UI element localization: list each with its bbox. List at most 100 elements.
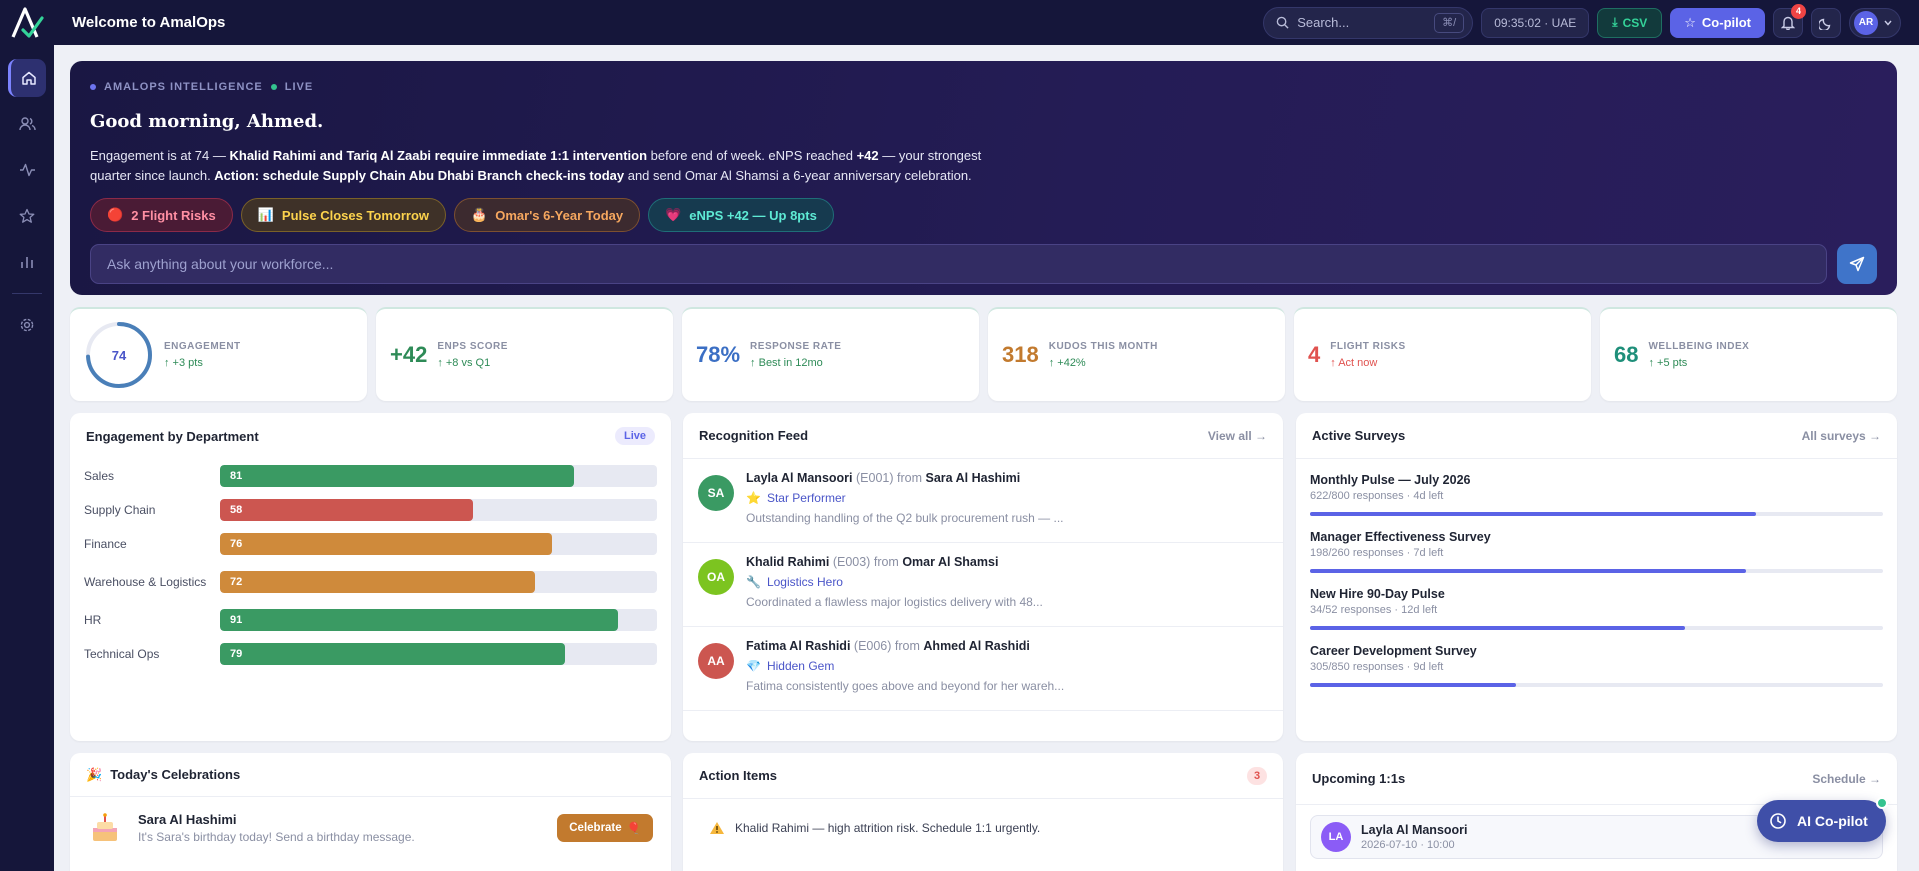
- notifications-button[interactable]: 4: [1773, 3, 1806, 38]
- panel-header: Recognition Feed View all →: [683, 413, 1283, 459]
- chip-flight-risks[interactable]: 🔴 2 Flight Risks: [90, 198, 233, 232]
- survey-list: Monthly Pulse — July 2026 622/800 respons…: [1296, 473, 1897, 687]
- live-label: LIVE: [284, 81, 314, 93]
- recipient-name: Layla Al Mansoori: [746, 471, 853, 485]
- user-menu[interactable]: AR: [1849, 7, 1901, 38]
- survey-meta: 34/52 responses · 12d left: [1310, 604, 1438, 616]
- recipient-name: Fatima Al Rashidi: [746, 639, 851, 653]
- recognition-item[interactable]: OA Khalid Rahimi (E003) from Omar Al Sham…: [683, 543, 1283, 627]
- survey-name: Manager Effectiveness Survey: [1310, 530, 1491, 544]
- sidebar-item-people[interactable]: [8, 105, 46, 143]
- party-icon: 🎉: [86, 766, 103, 782]
- kpi-label: RESPONSE RATE: [750, 341, 842, 352]
- recognition-header: Khalid Rahimi (E003) from Omar Al Shamsi: [746, 555, 1043, 569]
- search-icon: [1276, 16, 1289, 29]
- recognition-header: Fatima Al Rashidi (E006) from Ahmed Al R…: [746, 639, 1064, 653]
- badge-icon: ⭐: [746, 491, 761, 505]
- recognition-item[interactable]: AA Fatima Al Rashidi (E006) from Ahmed Al…: [683, 627, 1283, 711]
- department-bar-track: 79: [220, 643, 657, 665]
- badge-label: Star Performer: [766, 491, 846, 505]
- sidebar-item-home[interactable]: [8, 59, 46, 97]
- insight-highlight: Action: schedule Supply Chain Abu Dhabi …: [214, 168, 625, 183]
- avatar: OA: [698, 559, 734, 595]
- theme-toggle-button[interactable]: [1811, 7, 1841, 38]
- kpi-value: 4: [1308, 342, 1321, 367]
- recognition-badge: 💎 Hidden Gem: [746, 659, 1064, 673]
- ask-workforce-input[interactable]: Ask anything about your workforce...: [90, 244, 1827, 284]
- activity-icon: [19, 163, 35, 177]
- kpi-value: 74: [111, 347, 127, 363]
- department-row: Sales 81: [70, 459, 671, 493]
- kpi-kudos[interactable]: 318 KUDOS THIS MONTH ↑ +42%: [988, 307, 1285, 401]
- survey-item[interactable]: Manager Effectiveness Survey 198/260 resp…: [1296, 530, 1897, 573]
- department-row: Supply Chain 58: [70, 493, 671, 527]
- survey-meta: 305/850 responses · 9d left: [1310, 661, 1444, 673]
- star-icon: ☆: [1684, 14, 1696, 30]
- chip-anniversary[interactable]: 🎂 Omar's 6-Year Today: [454, 198, 641, 232]
- department-row: Warehouse & Logistics 72: [70, 561, 671, 603]
- action-items-panel: Action Items 3 Khalid Rahimi — high attr…: [683, 753, 1283, 871]
- celebrate-button[interactable]: Celebrate 🎈: [557, 814, 653, 842]
- sidebar-item-analytics[interactable]: [8, 243, 46, 281]
- copilot-button[interactable]: ☆ Co-pilot: [1670, 7, 1765, 38]
- all-surveys-link[interactable]: All surveys →: [1802, 429, 1881, 443]
- kpi-enps[interactable]: +42 ENPS SCORE ↑ +8 vs Q1: [376, 307, 673, 401]
- kpi-response-rate[interactable]: 78% RESPONSE RATE ↑ Best in 12mo: [682, 307, 979, 401]
- recognition-item[interactable]: SA Layla Al Mansoori (E001) from Sara Al …: [683, 459, 1283, 543]
- kpi-value: 68: [1614, 342, 1639, 367]
- action-item[interactable]: Khalid Rahimi — high attrition risk. Sch…: [683, 799, 1283, 857]
- kpi-label: FLIGHT RISKS: [1330, 341, 1406, 352]
- celebrations-panel: 🎉 Today's Celebrations Sara Al Hashimi I…: [70, 753, 671, 871]
- recognition-badge: ⭐ Star Performer: [746, 491, 1064, 505]
- department-bar: 58: [220, 499, 474, 521]
- schedule-link[interactable]: Schedule →: [1812, 772, 1881, 786]
- survey-item[interactable]: New Hire 90-Day Pulse 34/52 responses · 1…: [1296, 587, 1897, 630]
- chip-label: eNPS +42 — Up 8pts: [689, 207, 817, 223]
- kpi-delta: ↑ +3 pts: [164, 357, 203, 369]
- panel-title: Engagement by Department: [86, 428, 259, 444]
- chip-enps[interactable]: 💗 eNPS +42 — Up 8pts: [648, 198, 834, 232]
- kpi-delta: ↑ Act now: [1330, 357, 1378, 369]
- insight-text: and send Omar Al Shamsi a 6-year anniver…: [624, 168, 972, 183]
- survey-item[interactable]: Monthly Pulse — July 2026 622/800 respons…: [1296, 473, 1897, 516]
- clock-icon: [1770, 813, 1786, 829]
- panel-header: Engagement by Department Live: [70, 413, 671, 459]
- view-all-link[interactable]: View all →: [1208, 429, 1267, 443]
- kpi-value: 318: [1002, 342, 1039, 367]
- kpi-label: ENGAGEMENT: [164, 341, 241, 352]
- warning-icon: [710, 822, 724, 834]
- csv-export-button[interactable]: ⤓ CSV: [1597, 7, 1663, 38]
- survey-progress-track: [1310, 626, 1883, 630]
- sidebar-item-recognition[interactable]: [8, 197, 46, 235]
- sidebar-item-pulse[interactable]: [8, 151, 46, 189]
- fab-label: AI Co-pilot: [1797, 813, 1868, 829]
- employee-id: (E006): [853, 639, 892, 653]
- from-word: from: [894, 639, 920, 653]
- top-bar: Welcome to AmalOps Search... ⌘/ 09:35:02…: [0, 0, 1919, 45]
- sidebar-item-settings[interactable]: [8, 306, 46, 344]
- one-on-one-date: 2026-07-10 · 10:00: [1361, 839, 1455, 851]
- avatar: AA: [698, 643, 734, 679]
- recognition-message: Fatima consistently goes above and beyon…: [746, 679, 1065, 693]
- panel-title: Today's Celebrations: [110, 767, 241, 782]
- send-button[interactable]: [1837, 244, 1877, 284]
- chip-pulse-closes[interactable]: 📊 Pulse Closes Tomorrow: [240, 198, 447, 232]
- kpi-flight-risks[interactable]: 4 FLIGHT RISKS ↑ Act now: [1294, 307, 1591, 401]
- greeting: Good morning, Ahmed.: [90, 111, 324, 132]
- search-input[interactable]: Search... ⌘/: [1263, 6, 1474, 39]
- celebrant-name: Sara Al Hashimi: [138, 812, 237, 827]
- amalops-logo[interactable]: [0, 0, 54, 45]
- kpi-value: +42: [390, 342, 428, 367]
- survey-progress: [1310, 626, 1685, 630]
- ai-copilot-fab[interactable]: AI Co-pilot: [1757, 797, 1888, 842]
- department-name: Supply Chain: [84, 502, 156, 517]
- survey-item[interactable]: Career Development Survey 305/850 respons…: [1296, 644, 1897, 687]
- panel-title: Recognition Feed: [699, 428, 809, 443]
- employee-id: (E001): [856, 471, 894, 485]
- kpi-row: 74 ENGAGEMENT ↑ +3 pts +42 ENPS SCORE ↑ +…: [70, 307, 1897, 401]
- recognition-message: Coordinated a flawless major logistics d…: [746, 595, 1043, 609]
- online-indicator: [1875, 797, 1888, 809]
- kpi-label: KUDOS THIS MONTH: [1048, 341, 1158, 352]
- kpi-wellbeing[interactable]: 68 WELLBEING INDEX ↑ +5 pts: [1600, 307, 1897, 401]
- kpi-engagement[interactable]: 74 ENGAGEMENT ↑ +3 pts: [70, 307, 367, 401]
